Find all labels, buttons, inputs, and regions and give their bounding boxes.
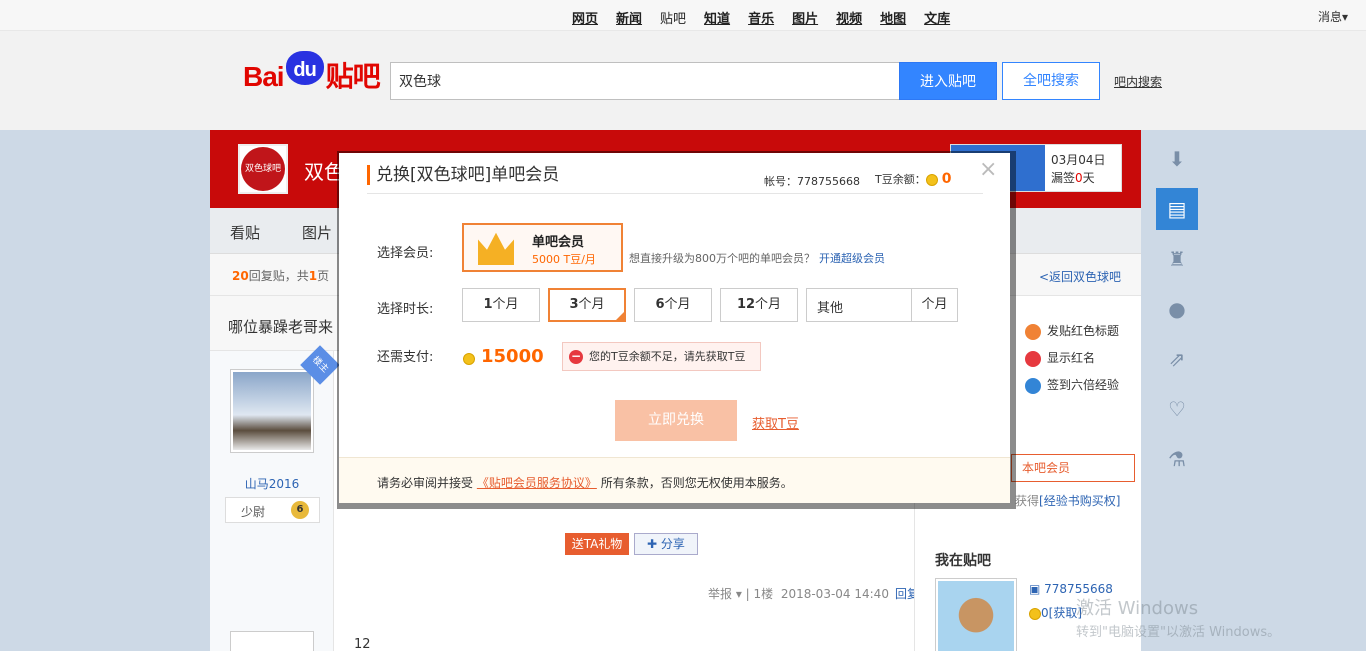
error-minus-icon: − bbox=[569, 349, 583, 364]
tab-images[interactable]: 图片 bbox=[302, 222, 332, 243]
report-link[interactable]: 举报 bbox=[708, 587, 732, 601]
nav-link-images[interactable]: 图片 bbox=[792, 8, 818, 27]
close-icon[interactable]: × bbox=[979, 157, 997, 182]
pay-label: 还需支付: bbox=[377, 350, 434, 365]
perk-red-name: 显示红名 bbox=[1025, 349, 1095, 367]
tdou-coin-icon bbox=[463, 352, 475, 365]
red-title-icon bbox=[1025, 323, 1041, 340]
sign-in-date: 03月04日 漏签0天 bbox=[1051, 153, 1106, 185]
heart-icon[interactable]: ♡ bbox=[1156, 388, 1198, 430]
duration-other-input[interactable]: 其他 个月 bbox=[806, 288, 958, 322]
exchange-member-dialog: 兑换[双色球吧]单吧会员 帐号：778755668 T豆余额： 0 × 选择会员:… bbox=[339, 153, 1010, 503]
back-to-forum-link[interactable]: <返回双色球吧 bbox=[1039, 268, 1121, 285]
upgrade-hint: 想直接升级为800万个吧的单吧会员？ 开通超级会员 bbox=[629, 252, 885, 265]
chat-icon[interactable]: ▤ bbox=[1156, 188, 1198, 230]
perk-red-title: 发贴红色标题 bbox=[1025, 322, 1119, 340]
nav-link-news[interactable]: 新闻 bbox=[616, 8, 642, 27]
author-username[interactable]: 山马2016 bbox=[210, 475, 334, 492]
my-avatar[interactable] bbox=[935, 578, 1017, 651]
duration-3-months[interactable]: 3个月 bbox=[548, 288, 626, 322]
messages-menu[interactable]: 消息▾ bbox=[1318, 8, 1348, 25]
send-gift-button[interactable]: 送TA礼物 bbox=[565, 533, 629, 555]
tdou-coin-icon bbox=[925, 174, 938, 186]
flask-icon[interactable]: ⚗ bbox=[1156, 438, 1198, 480]
crown-icon bbox=[478, 232, 514, 265]
nav-link-wenku[interactable]: 文库 bbox=[924, 8, 950, 27]
share-button[interactable]: ✚ 分享 bbox=[634, 533, 698, 555]
nav-link-web[interactable]: 网页 bbox=[572, 8, 598, 27]
header: Bai du 贴吧 双色球 进入贴吧 全吧搜索 吧内搜索 bbox=[0, 31, 1366, 130]
share-out-icon[interactable]: ⇗ bbox=[1156, 338, 1198, 380]
my-tdou: 0[获取] bbox=[1029, 604, 1082, 621]
duration-1-month[interactable]: 1个月 bbox=[462, 288, 540, 322]
nav-link-music[interactable]: 音乐 bbox=[748, 8, 774, 27]
super-member-link[interactable]: 开通超级会员 bbox=[819, 252, 885, 265]
select-duration-label: 选择时长: bbox=[377, 302, 434, 317]
account-label: 帐号：778755668 bbox=[764, 175, 860, 188]
exp-book-link: 获得[经验书购买权] bbox=[1015, 494, 1121, 508]
tdou-coin-icon bbox=[1029, 607, 1041, 620]
author-avatar[interactable] bbox=[230, 369, 314, 453]
inner-search-link[interactable]: 吧内搜索 bbox=[1114, 73, 1162, 90]
id-card-icon: ▣ bbox=[1029, 582, 1045, 596]
forum-avatar[interactable]: 双色球吧 bbox=[238, 144, 288, 194]
dialog-divider bbox=[367, 193, 983, 194]
dialog-title: 兑换[双色球吧]单吧会员 bbox=[367, 165, 559, 185]
second-post-text: 12 bbox=[354, 637, 371, 651]
search-input[interactable]: 双色球 bbox=[390, 62, 900, 100]
pay-amount: 15000 bbox=[463, 346, 544, 367]
hat-icon[interactable]: ♜ bbox=[1156, 238, 1198, 280]
service-agreement-link[interactable]: 《贴吧会员服务协议》 bbox=[477, 476, 597, 490]
agreement-footer: 请务必审阅并接受 《贴吧会员服务协议》 所有条款，否则您无权使用本服务。 bbox=[339, 457, 1010, 503]
top-nav: 网页 新闻 贴吧 知道 音乐 图片 视频 地图 文库 消息▾ bbox=[0, 0, 1366, 31]
six-exp-icon bbox=[1025, 377, 1041, 394]
baidu-tieba-logo[interactable]: Bai du 贴吧 bbox=[243, 51, 381, 95]
check-corner-icon bbox=[614, 310, 626, 322]
my-tieba-title: 我在贴吧 bbox=[935, 553, 991, 569]
paw-icon: du bbox=[285, 51, 324, 85]
mobile-download-icon[interactable]: ⬇ bbox=[1156, 138, 1198, 180]
tdou-balance: T豆余额： 0 bbox=[875, 171, 952, 187]
author-rank: 少尉 6 bbox=[225, 497, 320, 523]
author-column: 楼主 山马2016 少尉 6 bbox=[210, 345, 340, 651]
duration-12-months[interactable]: 12个月 bbox=[720, 288, 798, 322]
nav-link-zhidao[interactable]: 知道 bbox=[704, 8, 730, 27]
insufficient-balance-warning: − 您的T豆余额不足，请先获取T豆 bbox=[562, 342, 761, 371]
chevron-down-icon: ▾ bbox=[1341, 10, 1348, 24]
nav-link-tieba[interactable]: 贴吧 bbox=[660, 8, 686, 27]
top-nav-links: 网页 新闻 贴吧 知道 音乐 图片 视频 地图 文库 bbox=[572, 8, 968, 27]
post-meta: 举报 ▾ | 1楼 2018-03-04 14:40 回复 bbox=[708, 587, 919, 601]
duration-6-months[interactable]: 6个月 bbox=[634, 288, 712, 322]
enter-tieba-button[interactable]: 进入贴吧 bbox=[899, 62, 997, 100]
next-author-avatar[interactable] bbox=[230, 631, 314, 651]
tab-posts[interactable]: 看贴 bbox=[230, 222, 260, 243]
nav-link-video[interactable]: 视频 bbox=[836, 8, 862, 27]
exchange-now-button[interactable]: 立即兑换 bbox=[615, 400, 737, 441]
bear-icon[interactable]: ● bbox=[1156, 288, 1198, 330]
plus-icon: ✚ bbox=[647, 537, 661, 551]
activate-windows-watermark: 激活 Windows bbox=[1076, 598, 1199, 619]
activate-windows-hint: 转到"电脑设置"以激活 Windows。 bbox=[1076, 625, 1281, 640]
single-bar-member-option[interactable]: 单吧会员 5000 T豆/月 bbox=[462, 223, 623, 272]
all-bar-search-button[interactable]: 全吧搜索 bbox=[1002, 62, 1100, 100]
perk-six-exp: 签到六倍经验 bbox=[1025, 376, 1119, 394]
select-member-label: 选择会员: bbox=[377, 246, 434, 261]
side-toolbar: ⬇ ▤ ♜ ● ⇗ ♡ ⚗ bbox=[1156, 138, 1198, 488]
get-tdou-link[interactable]: 获取T豆 bbox=[752, 413, 799, 432]
open-member-button[interactable]: 本吧会员 bbox=[1011, 454, 1135, 482]
nav-link-map[interactable]: 地图 bbox=[880, 8, 906, 27]
red-name-icon bbox=[1025, 350, 1041, 367]
level-badge-icon: 6 bbox=[291, 501, 309, 519]
